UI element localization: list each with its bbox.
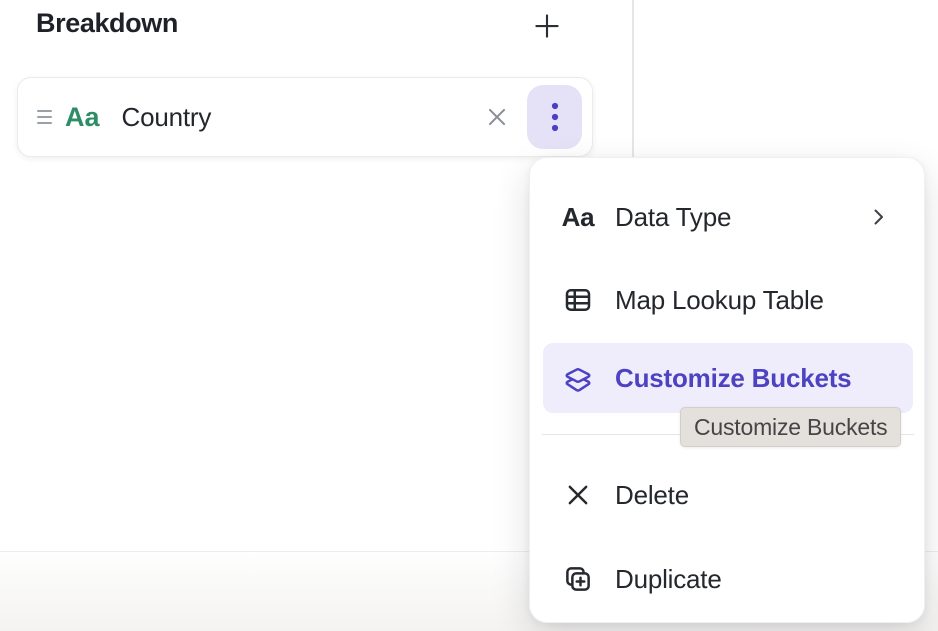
remove-field-button[interactable] xyxy=(480,100,514,134)
copy-plus-icon xyxy=(562,564,594,594)
x-icon xyxy=(484,104,510,130)
menu-item-label: Customize Buckets xyxy=(615,363,851,394)
menu-item-delete[interactable]: Delete xyxy=(530,455,924,535)
kebab-vertical-icon xyxy=(550,101,560,133)
x-icon xyxy=(562,481,594,509)
menu-item-label: Map Lookup Table xyxy=(615,285,824,316)
field-name: Country xyxy=(122,102,212,133)
menu-item-label: Delete xyxy=(615,480,689,511)
field-context-menu: Aa Data Type Map Lookup Table Customize … xyxy=(529,157,925,623)
menu-item-customize-buckets[interactable]: Customize Buckets xyxy=(543,343,913,413)
breakdown-field-card: Aa Country xyxy=(17,77,593,157)
add-breakdown-button[interactable] xyxy=(527,7,567,45)
menu-item-data-type[interactable]: Aa Data Type xyxy=(530,176,924,258)
drag-handle-icon[interactable] xyxy=(37,108,52,126)
chevron-right-icon xyxy=(866,205,890,229)
page-title: Breakdown xyxy=(36,8,178,39)
field-more-button[interactable] xyxy=(527,85,582,149)
layers-icon xyxy=(562,363,594,393)
table-icon xyxy=(562,285,594,315)
menu-item-duplicate[interactable]: Duplicate xyxy=(530,538,924,620)
tooltip: Customize Buckets xyxy=(680,407,901,447)
plus-icon xyxy=(532,11,562,41)
field-type-glyph: Aa xyxy=(65,104,100,131)
menu-item-label: Duplicate xyxy=(615,564,722,595)
menu-item-label: Data Type xyxy=(615,202,731,233)
tooltip-text: Customize Buckets xyxy=(694,414,887,440)
text-type-icon: Aa xyxy=(562,204,594,230)
menu-item-map-lookup-table[interactable]: Map Lookup Table xyxy=(530,258,924,342)
